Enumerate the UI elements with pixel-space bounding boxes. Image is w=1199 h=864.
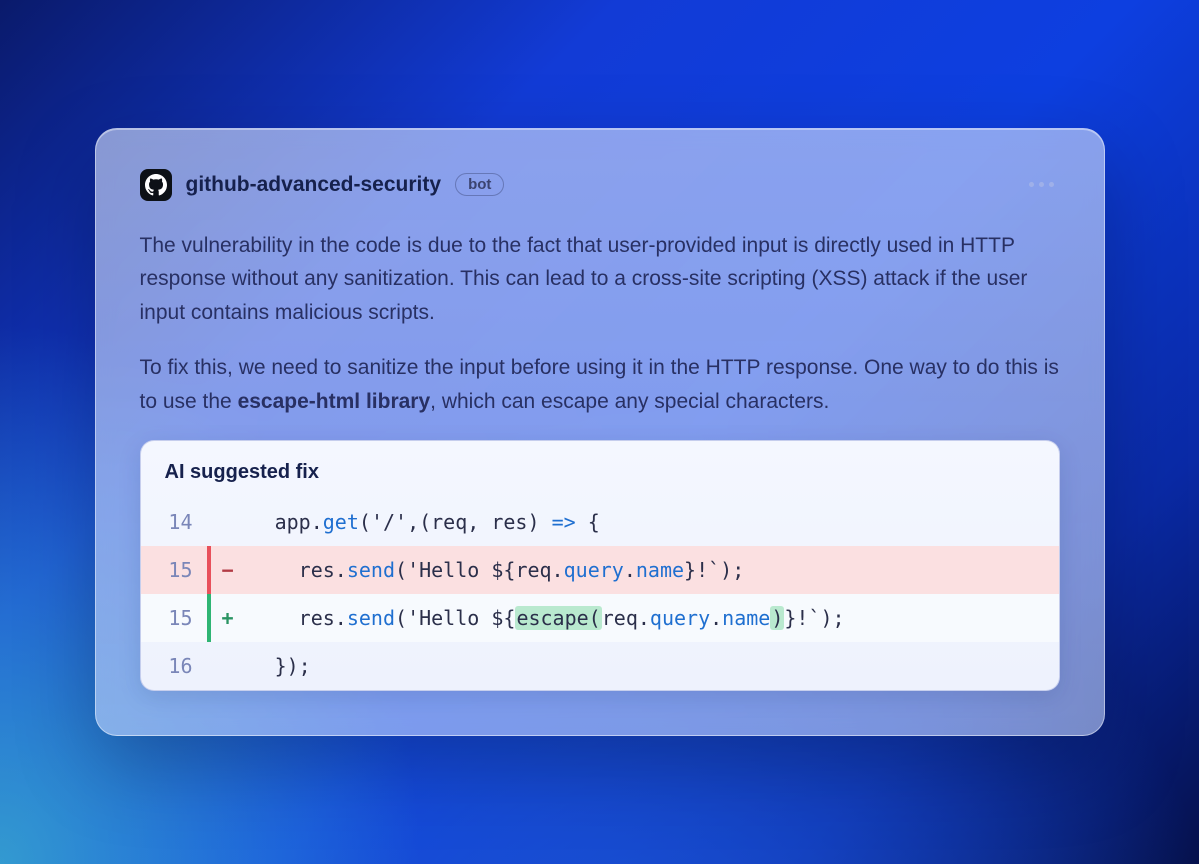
library-name: escape-html library xyxy=(238,390,431,413)
line-number: 16 xyxy=(141,642,207,690)
vulnerability-description: The vulnerability in the code is due to … xyxy=(140,229,1060,330)
github-avatar[interactable] xyxy=(140,169,172,201)
code-line-added: 15 + res.send('Hello ${escape(req.query.… xyxy=(141,594,1059,642)
line-number: 15 xyxy=(141,546,207,594)
fix-description: To fix this, we need to sanitize the inp… xyxy=(140,351,1060,418)
line-number: 14 xyxy=(141,498,207,546)
code-diff: 14 app.get('/',(req, res) => { 15 − res.… xyxy=(141,498,1059,690)
code-line: 14 app.get('/',(req, res) => { xyxy=(141,498,1059,546)
code-content: }); xyxy=(245,642,1059,690)
added-highlight: escape( xyxy=(515,606,601,630)
added-highlight: ) xyxy=(770,606,784,630)
comment-header: github-advanced-security bot xyxy=(140,169,1060,201)
bot-badge: bot xyxy=(455,173,504,196)
code-content: app.get('/',(req, res) => { xyxy=(245,498,1059,546)
fix-desc-post: , which can escape any special character… xyxy=(430,390,829,413)
suggested-fix-card: AI suggested fix 14 app.get('/',(req, re… xyxy=(140,440,1060,691)
code-content: res.send('Hello ${req.query.name}!`); xyxy=(245,546,1059,594)
plus-icon: + xyxy=(211,594,245,642)
more-menu-icon[interactable] xyxy=(1023,176,1060,193)
minus-icon: − xyxy=(211,546,245,594)
line-number: 15 xyxy=(141,594,207,642)
code-content: res.send('Hello ${escape(req.query.name)… xyxy=(245,594,1059,642)
code-line: 16 }); xyxy=(141,642,1059,690)
comment-card: github-advanced-security bot The vulnera… xyxy=(95,128,1105,737)
github-icon xyxy=(145,174,167,196)
username[interactable]: github-advanced-security xyxy=(186,173,442,197)
suggested-fix-title: AI suggested fix xyxy=(141,441,1059,498)
code-line-deleted: 15 − res.send('Hello ${req.query.name}!`… xyxy=(141,546,1059,594)
